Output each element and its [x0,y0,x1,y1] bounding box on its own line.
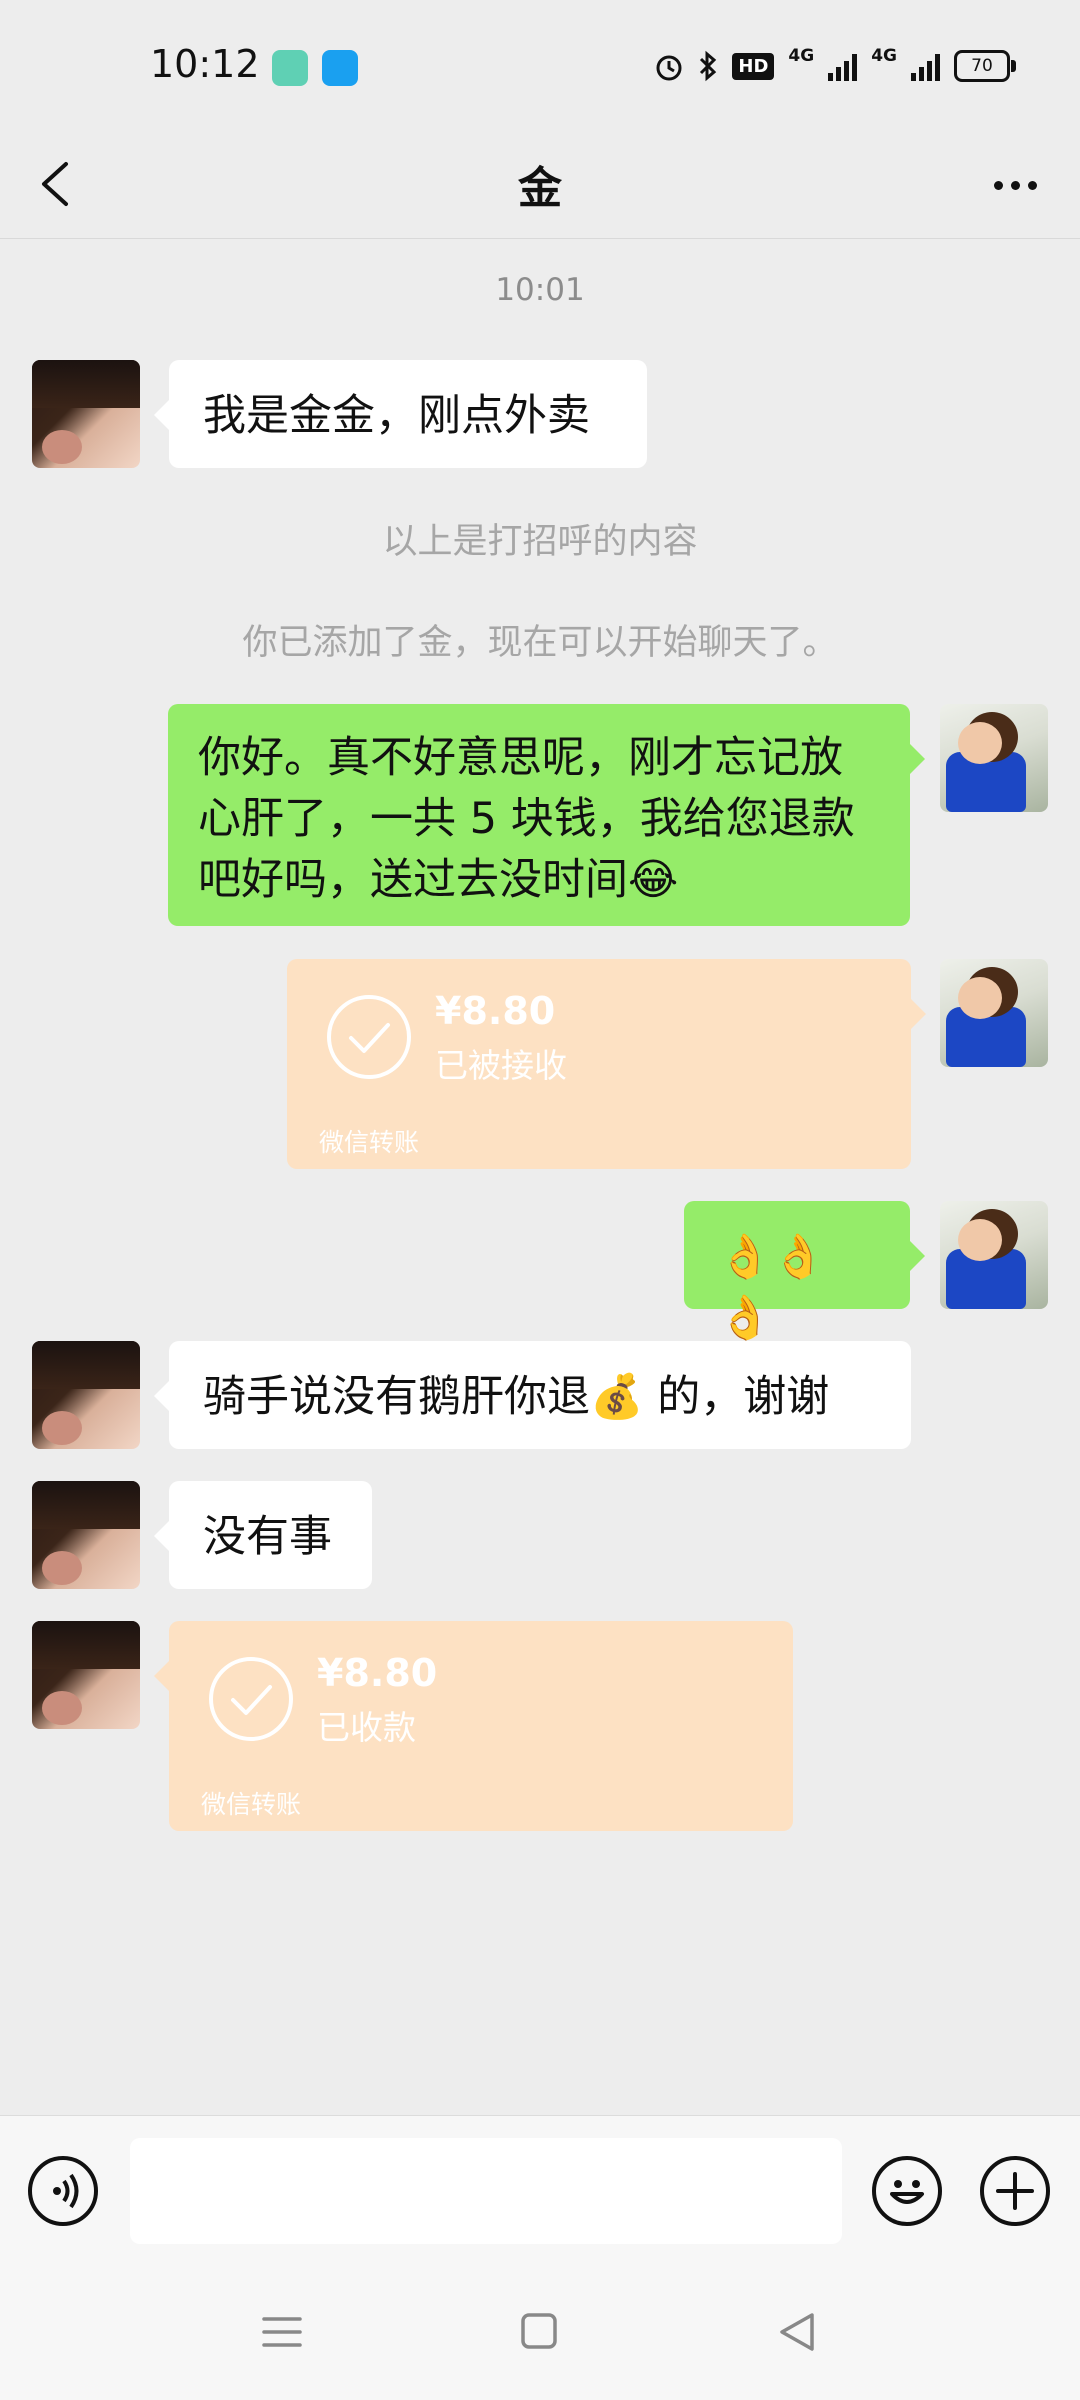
chat-title: 金 [518,163,562,214]
signal-icon-2 [911,51,940,81]
voice-button[interactable] [28,2156,98,2226]
more-functions-button[interactable] [980,2156,1050,2226]
contact-avatar[interactable] [32,1481,140,1589]
back-triangle-icon [780,2313,814,2351]
browser-notification-icon [322,50,358,86]
transfer-amount: ¥8.80 [435,989,556,1033]
more-dots-icon [993,180,1003,190]
network-label-1: 4G [788,46,815,66]
app-notification-icon [272,50,308,86]
message-input[interactable] [130,2138,842,2244]
my-avatar[interactable] [940,959,1048,1067]
menu-icon [262,2317,302,2347]
more-dot [1027,180,1037,190]
my-avatar[interactable] [940,704,1048,812]
emoji-icon [890,2180,924,2204]
home-square-icon [521,2313,557,2349]
transfer-card-received[interactable]: ¥8.80 已收款 微信转账 [154,1621,793,1831]
contact-avatar[interactable] [32,1621,140,1729]
more-button[interactable] [980,160,1050,210]
system-message: 你已添加了金，现在可以开始聊天了。 [242,623,838,663]
status-time: 10:12 [150,42,260,86]
voice-icon [53,2173,79,2209]
transfer-status: 已收款 [317,1708,416,1747]
contact-avatar[interactable] [32,360,140,468]
emoji-button[interactable] [872,2156,942,2226]
plus-icon [996,2172,1034,2210]
system-message: 以上是打招呼的内容 [382,522,698,562]
input-bar [0,2115,1080,2266]
my-avatar[interactable] [940,1201,1048,1309]
transfer-status: 已被接收 [435,1046,567,1085]
network-label-2: 4G [871,46,897,66]
incoming-message[interactable]: 我是金金，刚点外卖 [154,360,647,468]
incoming-message[interactable]: 没有事 [154,1481,372,1589]
status-bar: 10:12 HD 4G 4G 70 [0,0,1080,130]
contact-avatar[interactable] [32,1341,140,1449]
menu-button[interactable] [252,2307,312,2357]
check-circle-icon [209,1657,293,1741]
chat-header: 金 [0,130,1080,239]
transfer-amount: ¥8.80 [317,1651,438,1695]
incoming-message[interactable]: 骑手说没有鹅肝你退💰 的，谢谢 [154,1341,911,1449]
transfer-card-sent[interactable]: ¥8.80 已被接收 微信转账 [287,959,926,1169]
back-nav-button[interactable] [768,2307,828,2357]
battery-icon: 70 [954,50,1016,82]
more-dot [1010,180,1020,190]
outgoing-message[interactable]: 👌👌👌 [684,1201,925,1343]
system-navigation-bar [0,2265,1080,2400]
check-circle-icon [327,995,411,1079]
outgoing-message[interactable]: 你好。真不好意思呢，刚才忘记放心肝了，一共 5 块钱，我给您退款吧好吗，送过去没… [168,704,925,926]
message-timestamp: 10:01 [495,272,585,308]
transfer-source: 微信转账 [201,1790,302,1819]
transfer-source: 微信转账 [319,1128,420,1157]
signal-icon [828,51,858,81]
home-button[interactable] [509,2307,569,2357]
hd-badge: HD [732,52,775,80]
status-indicators: HD 4G 4G 70 [654,46,1016,86]
bluetooth-icon [700,50,717,82]
alarm-icon [656,55,682,81]
battery-level: 70 [971,56,993,76]
